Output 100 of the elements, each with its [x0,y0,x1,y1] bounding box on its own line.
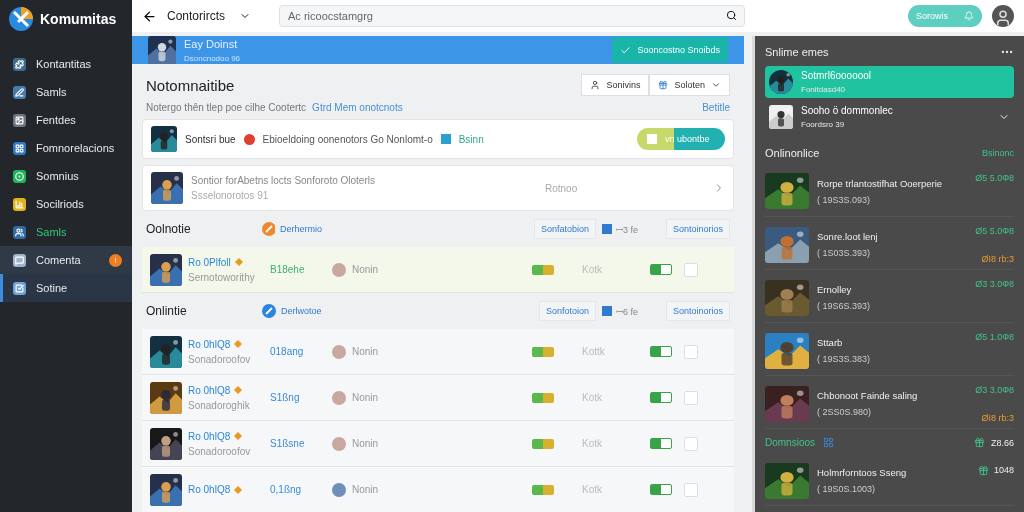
gem-icon [234,485,243,494]
column-header[interactable]: ꟷ6 fe [601,304,660,318]
status-chip [532,264,554,275]
description-link[interactable]: Gtrd Mem onotcnots [312,102,403,113]
toggle-switch[interactable] [650,484,672,495]
user-icon [332,262,346,277]
sidebar-item[interactable]: Sotine [0,274,132,302]
checkbox[interactable] [684,344,698,359]
sidebar-item[interactable]: Comenta ! [0,246,132,274]
sidebar-item[interactable]: Somnius [0,162,132,190]
item-state: Kotk [582,264,602,275]
promo-status: Rotnoo [545,182,579,194]
sidebar-item[interactable]: Fentdes [0,106,132,134]
game-item[interactable]: Rorpe trlantostifhat Ooerperie ( 19S3S.093) Ø5 5.0Ф8 [765,167,1014,217]
game-item[interactable]: Holmrforntoos Sseng ( 19S0S.1003) 1048 [765,456,1014,506]
checkbox[interactable] [684,436,698,451]
tag-icon [440,134,451,144]
account-item[interactable]: Sotmrl6ooooool Fonitdasd40 [765,66,1014,98]
gem-icon [234,432,243,440]
item-user: Nonin [352,438,379,449]
footer-label: Domnsioos [765,437,816,449]
avatar[interactable] [992,5,1014,27]
game-title: Holmrforntoos Sseng [817,467,908,479]
share-button[interactable]: Sonivins [581,74,650,96]
item-title: Ro 0hlQ8 [188,430,231,442]
game-title: Chbonoot Fainde saling [817,390,919,402]
toggle-switch[interactable] [650,264,672,275]
game-tag: ØI8 rb:3 [981,253,1014,264]
filter-button[interactable]: Soloten [649,74,730,96]
checkbox[interactable] [684,262,698,277]
toggle-switch[interactable] [650,438,672,449]
account-item[interactable]: Sooho ö dommonlec Foordsro 39 [765,101,1014,134]
group-title: Oolnotie [146,222,192,236]
item-state: Kotk [582,484,602,495]
item-state: Kotk [582,438,602,449]
game-meta: ( 19S3S.383) [817,354,872,365]
toggle-switch[interactable] [650,346,672,357]
checkbox[interactable] [684,390,698,405]
notice-tag: Bsinn [458,133,484,145]
column-header[interactable]: ꟷ3 fe [601,222,660,236]
column-header[interactable]: Sontoinorios [665,301,730,321]
gem-icon [234,386,243,394]
promo-title: Sontior forAbetns locts Sonforoto Oloterls [191,175,376,186]
notice-name: Sontsri bue [185,133,236,145]
list-row[interactable]: Ro 0Plfoll Sernotoworithy B18ehe Nonin Kotk [142,247,734,293]
game-title: Ernolley [817,284,853,296]
list-row[interactable]: Ro 0hlQ8 0,1ßng Nonin Kotk [142,467,734,512]
list-row[interactable]: Ro 0hlQ8 Sonadoroghik S1ßng Nonin Kotk [142,375,734,421]
page-title-dropdown[interactable]: Contorircts [167,9,251,23]
grid-icon[interactable] [823,437,835,449]
item-score: 0,1ßng [270,484,302,495]
alert-icon [243,133,255,145]
section-link[interactable]: Bsinonc [981,148,1014,159]
game-item[interactable]: Sttarb ( 19S3S.383) Ø5 1.0Ф8 [765,326,1014,376]
game-meta: ( 1S03S.393) [817,248,872,258]
column-header[interactable]: Sonfotoion [538,301,596,321]
gem-icon [234,340,243,348]
column-header[interactable]: Sonfatobion [533,219,596,239]
sidebar-item[interactable]: Fomnorelacions [0,134,132,162]
sidebar-item[interactable]: Samls [0,78,132,106]
game-meta: ( 19S6S.393) [817,301,872,312]
sidebar-item[interactable]: Samls [0,218,132,246]
toggle-button[interactable]: vn ubontbe [637,128,725,150]
list-row[interactable]: Ro 0hlQ8 Sonadoroofov 018ang Nonin Kottk [142,329,734,375]
list-row[interactable]: Ro 0hlQ8 Sonadoroofov S1ßsne Nonin Kotk [142,421,734,467]
gift-icon [974,437,985,449]
promo-subtitle: Ssselonorotos 91 [191,190,270,201]
game-meta: ( 2SS0S.980) [817,407,873,418]
section-description: Notergo thên tlep poe cilhe Cootertc [146,102,307,113]
checkbox[interactable] [684,482,698,497]
banner-title: Eay Doinst [184,37,239,50]
toggle-switch[interactable] [650,392,672,403]
item-score: S1ßsne [270,438,305,449]
column-header[interactable]: Sontoinorios [665,219,730,239]
game-price: Ø3 3.0Ф8 [975,384,1014,395]
item-score: B18ehe [270,264,305,275]
user-icon [332,436,346,451]
sidebar-item[interactable]: Socilriods [0,190,132,218]
item-subtitle: Sonadoroofov [188,353,251,365]
sidebar-item[interactable]: Kontantitas [0,50,132,78]
game-item[interactable]: Chbonoot Fainde saling ( 2SS0S.980) Ø3 3.0Ф8 ØI8 rb:3 [765,379,1014,429]
edit-link[interactable]: Betitle [702,102,730,113]
game-item[interactable]: Ernolley ( 19S6S.393) Ø3 3.0Ф8 [765,273,1014,323]
check-icon [620,44,632,56]
game-price: Ø3 3.0Ф8 [975,279,1014,290]
item-title: Ro 0hlQ8 [188,338,231,350]
game-title: Sttarb [817,337,844,349]
app-name: Komumitas [40,11,117,27]
confirm-button[interactable]: Sooncostno Snoibds [612,37,728,63]
item-title: Ro 0Plfoll [188,256,231,268]
bell-icon [964,11,974,21]
gift-icon [977,464,989,476]
game-item[interactable]: Sonre.loot lenj ( 1S03S.393) Ø5 5.0Ф8 ØI8 rb:3 [765,220,1014,270]
game-price: 1048 [993,465,1014,476]
game-tag: ØI8 rb:3 [981,412,1014,423]
back-icon[interactable] [142,8,157,24]
item-subtitle: Sonadoroofov [188,445,251,457]
chevron-icon [711,80,721,90]
item-user: Nonin [352,264,379,275]
search-field[interactable]: Ac ricoocstamgrg [279,5,745,27]
